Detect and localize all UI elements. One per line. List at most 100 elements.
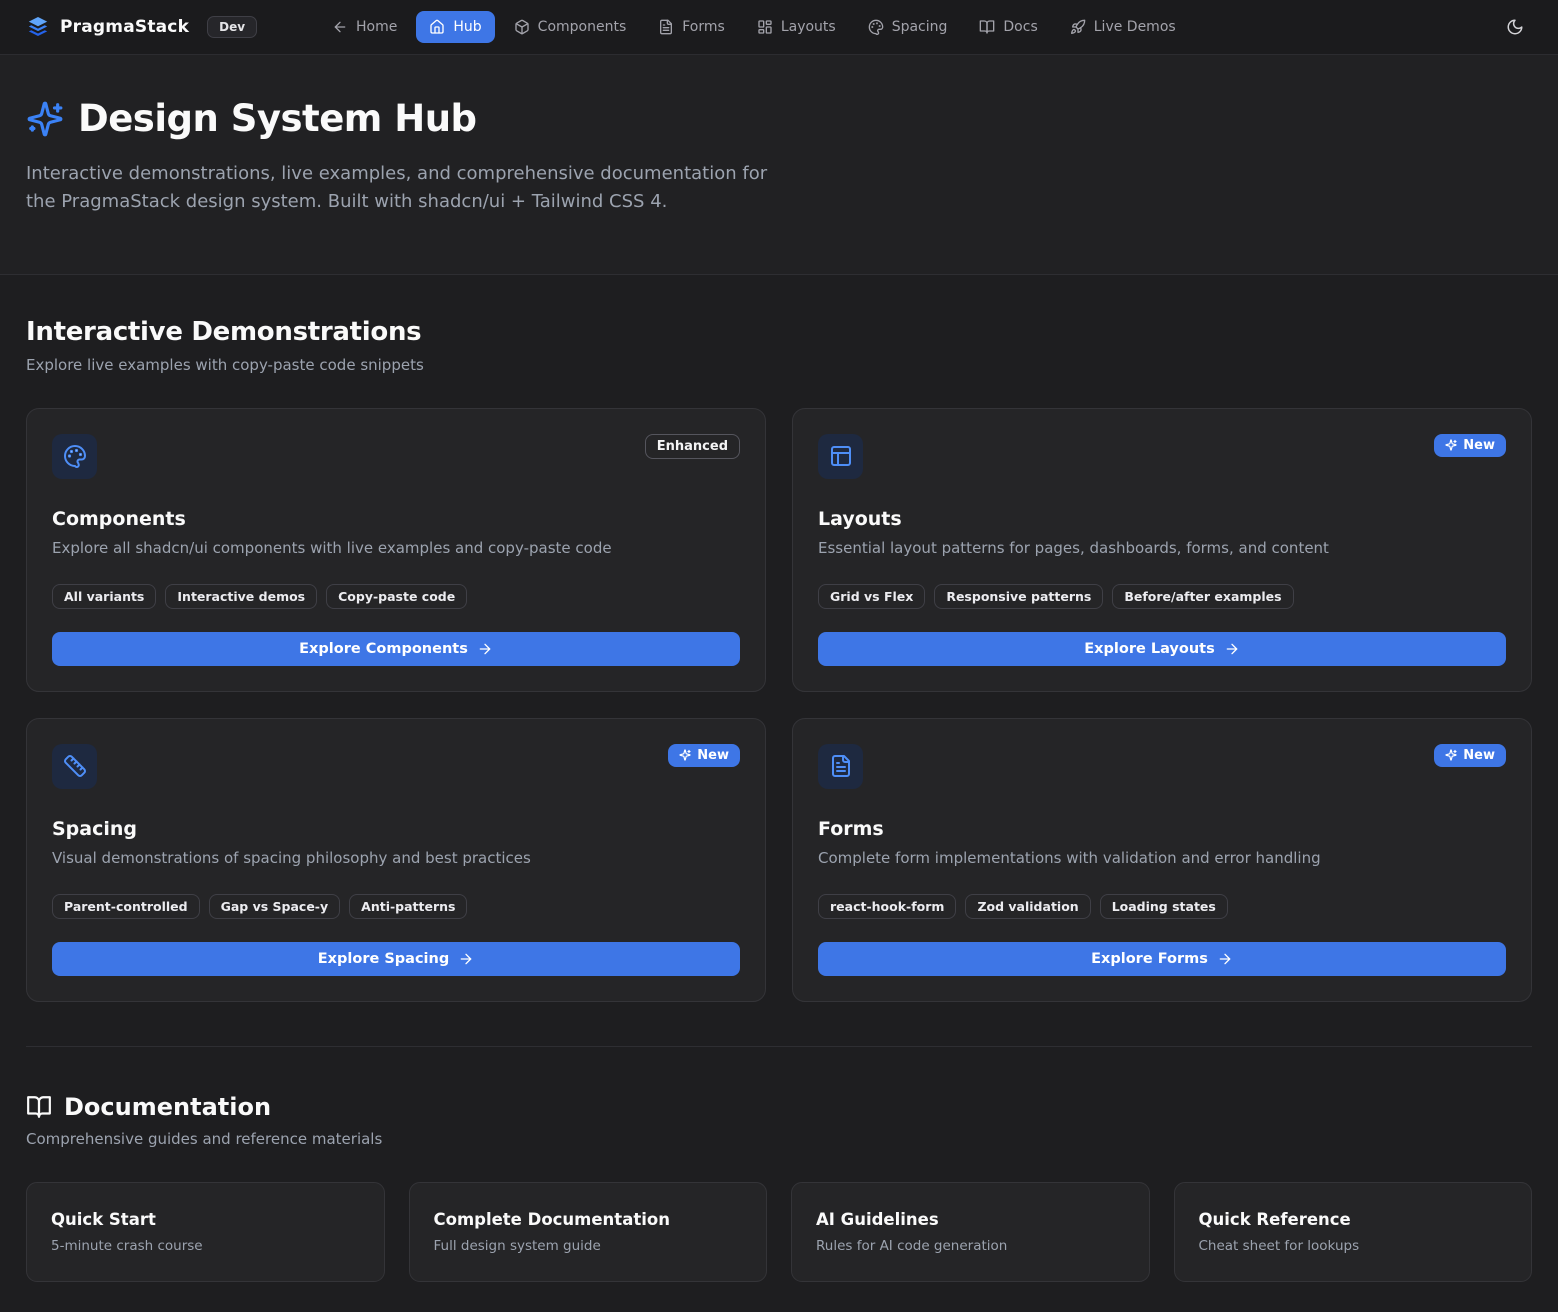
demo-card-layouts: New Layouts Essential layout patterns fo… [792,408,1532,692]
demos-heading: Interactive Demonstrations [26,317,1532,347]
nav-item-label: Components [538,19,627,35]
doc-card-grid: Quick Start 5-minute crash course Comple… [26,1182,1532,1282]
nav-items: Home Hub Components Forms [319,11,1189,43]
package-icon [514,19,530,35]
rocket-icon [1070,19,1086,35]
badge-label: New [1463,438,1495,453]
arrow-right-icon [477,641,493,657]
sparkles-icon [679,749,691,761]
main-content: Interactive Demonstrations Explore live … [0,275,1558,1312]
button-label: Explore Forms [1091,951,1208,967]
badge-label: New [697,748,729,763]
nav-item-label: Forms [682,19,725,35]
doc-card-quick-start[interactable]: Quick Start 5-minute crash course [26,1182,385,1282]
tag-row: Grid vs Flex Responsive patterns Before/… [818,584,1506,609]
page-title: Design System Hub [78,97,477,140]
docs-subheading: Comprehensive guides and reference mater… [26,1130,1532,1148]
layout-panel-icon [818,434,863,479]
doc-card-complete-documentation[interactable]: Complete Documentation Full design syste… [409,1182,768,1282]
doc-card-title: Complete Documentation [434,1210,743,1229]
theme-toggle-button[interactable] [1498,10,1532,44]
tag: Interactive demos [165,584,317,609]
nav-item-label: Spacing [892,19,948,35]
card-title: Spacing [52,818,740,840]
tag-row: Parent-controlled Gap vs Space-y Anti-pa… [52,894,740,919]
button-label: Explore Components [299,641,468,657]
doc-card-title: Quick Reference [1199,1210,1508,1229]
tag: Responsive patterns [934,584,1103,609]
card-description: Complete form implementations with valid… [818,849,1506,867]
nav-item-home[interactable]: Home [319,11,410,43]
status-badge: Enhanced [645,434,740,459]
sparkles-icon [1445,749,1457,761]
card-description: Visual demonstrations of spacing philoso… [52,849,740,867]
home-icon [429,19,445,35]
nav-item-forms[interactable]: Forms [645,11,738,43]
explore-forms-button[interactable]: Explore Forms [818,942,1506,976]
tag: Grid vs Flex [818,584,925,609]
tag: All variants [52,584,156,609]
new-badge: New [1434,744,1506,767]
doc-card-ai-guidelines[interactable]: AI Guidelines Rules for AI code generati… [791,1182,1150,1282]
nav-item-live-demos[interactable]: Live Demos [1057,11,1189,43]
doc-card-title: AI Guidelines [816,1210,1125,1229]
dev-badge: Dev [207,16,257,38]
doc-card-description: Rules for AI code generation [816,1238,1125,1254]
nav-item-label: Live Demos [1094,19,1176,35]
demo-card-components: Enhanced Components Explore all shadcn/u… [26,408,766,692]
nav-item-layouts[interactable]: Layouts [744,11,849,43]
new-badge: New [668,744,740,767]
new-badge: New [1434,434,1506,457]
nav-item-label: Docs [1003,19,1037,35]
hero-section: Design System Hub Interactive demonstrat… [0,55,1558,275]
tag-row: react-hook-form Zod validation Loading s… [818,894,1506,919]
arrow-right-icon [1224,641,1240,657]
ruler-icon [52,744,97,789]
sparkles-icon [26,100,64,138]
card-title: Forms [818,818,1506,840]
nav-item-docs[interactable]: Docs [966,11,1050,43]
card-title: Components [52,508,740,530]
nav-item-components[interactable]: Components [501,11,640,43]
doc-card-title: Quick Start [51,1210,360,1229]
card-title: Layouts [818,508,1506,530]
book-open-icon [26,1094,52,1120]
doc-card-description: Cheat sheet for lookups [1199,1238,1508,1254]
demo-card-grid: Enhanced Components Explore all shadcn/u… [26,408,1532,1002]
moon-icon [1506,18,1524,36]
explore-layouts-button[interactable]: Explore Layouts [818,632,1506,666]
book-open-icon [979,19,995,35]
interactive-demos-section: Interactive Demonstrations Explore live … [26,275,1532,1002]
tag: Parent-controlled [52,894,200,919]
sparkles-icon [1445,439,1457,451]
tag: Copy-paste code [326,584,467,609]
tag: Gap vs Space-y [209,894,341,919]
layout-dashboard-icon [757,19,773,35]
file-text-icon [818,744,863,789]
nav-item-hub[interactable]: Hub [416,11,494,43]
tag: react-hook-form [818,894,956,919]
hero-description: Interactive demonstrations, live example… [26,160,771,216]
doc-card-quick-reference[interactable]: Quick Reference Cheat sheet for lookups [1174,1182,1533,1282]
nav-item-label: Home [356,19,397,35]
nav-item-label: Hub [453,19,481,35]
nav-item-spacing[interactable]: Spacing [855,11,961,43]
arrow-left-icon [332,19,348,35]
demo-card-forms: New Forms Complete form implementations … [792,718,1532,1002]
brand-name: PragmaStack [60,17,189,37]
file-text-icon [658,19,674,35]
explore-spacing-button[interactable]: Explore Spacing [52,942,740,976]
documentation-section: Documentation Comprehensive guides and r… [26,1047,1532,1282]
tag-row: All variants Interactive demos Copy-past… [52,584,740,609]
arrow-right-icon [458,951,474,967]
badge-label: New [1463,748,1495,763]
explore-components-button[interactable]: Explore Components [52,632,740,666]
arrow-right-icon [1217,951,1233,967]
brand[interactable]: PragmaStack Dev [26,15,257,39]
doc-card-description: Full design system guide [434,1238,743,1254]
palette-icon [868,19,884,35]
top-nav: PragmaStack Dev Home Hub Components [0,0,1558,55]
card-description: Explore all shadcn/ui components with li… [52,539,740,557]
demos-subheading: Explore live examples with copy-paste co… [26,356,1532,374]
tag: Anti-patterns [349,894,467,919]
